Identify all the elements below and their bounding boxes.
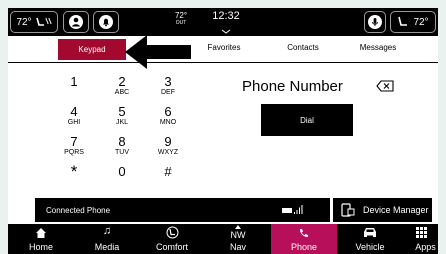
chevron-down-icon xyxy=(221,29,231,34)
status-bar: 72° 72° OUT 12:32 72° xyxy=(8,8,438,36)
nav-home[interactable]: Home xyxy=(8,224,74,254)
key-digit: 4 xyxy=(70,104,78,119)
passenger-temp: 72° xyxy=(413,16,429,28)
nav-media-label: Media xyxy=(94,242,120,252)
dial-button[interactable]: Dial xyxy=(261,104,353,136)
battery-icon xyxy=(282,208,292,213)
nav-media[interactable]: ♫ Media xyxy=(74,224,140,254)
device-manager-label: Device Manager xyxy=(363,205,429,215)
key-letters: MNO xyxy=(159,119,177,126)
device-manager-button[interactable]: Device Manager xyxy=(333,198,432,222)
music-note-icon: ♫ xyxy=(102,225,112,237)
user-icon xyxy=(69,15,83,29)
user-profile-button[interactable] xyxy=(63,11,89,33)
arrow-pointer-icon xyxy=(125,35,191,69)
key-8[interactable]: 8 TUV xyxy=(102,135,142,163)
tab-contacts[interactable]: Contacts xyxy=(268,43,338,52)
key-letters: TUV xyxy=(115,149,129,156)
key-9[interactable]: 9 WXYZ xyxy=(148,135,188,163)
nav-heading: NW xyxy=(230,230,246,240)
tab-divider xyxy=(8,62,438,63)
driver-temp: 72° xyxy=(16,16,32,28)
key-digit: 6 xyxy=(164,104,172,119)
key-2[interactable]: 2 ABC xyxy=(102,75,142,103)
voice-button[interactable] xyxy=(364,11,386,33)
bell-icon xyxy=(99,15,113,29)
key-digit: 1 xyxy=(70,74,78,89)
key-letters: PQRS xyxy=(64,149,84,156)
passenger-climate-button[interactable]: 72° xyxy=(390,11,436,33)
clock[interactable]: 12:32 xyxy=(208,11,244,38)
microphone-icon xyxy=(368,15,382,29)
key-letters: ABC xyxy=(114,89,130,96)
key-digit: 3 xyxy=(164,74,172,89)
key-3[interactable]: 3 DEF xyxy=(148,75,188,103)
key-digit: 7 xyxy=(70,134,78,149)
nav-nav[interactable]: NW Nav xyxy=(205,224,271,254)
nav-home-label: Home xyxy=(28,242,53,252)
key-digit: 5 xyxy=(118,104,126,119)
tab-keypad[interactable]: Keypad xyxy=(58,39,126,60)
key-letters: JKL xyxy=(115,119,129,126)
outside-temp-value: 72° xyxy=(174,11,188,20)
nav-nav-label: Nav xyxy=(229,242,246,252)
phone-screen: 72° 72° OUT 12:32 72° Keypad Favorites C… xyxy=(8,8,438,254)
key-5[interactable]: 5 JKL xyxy=(102,105,142,133)
seat-heat-icon xyxy=(35,17,52,26)
outside-temp-label: OUT xyxy=(175,20,187,26)
key-7[interactable]: 7 PQRS xyxy=(54,135,94,163)
nav-apps-label: Apps xyxy=(415,242,436,252)
nav-phone[interactable]: Phone xyxy=(271,224,337,254)
key-digit: 0 xyxy=(118,164,126,179)
key-letters: WXYZ xyxy=(157,149,179,156)
key-1[interactable]: 1 xyxy=(54,75,94,103)
phone-device-icon xyxy=(341,203,355,217)
key-digit: * xyxy=(70,162,78,181)
grid-icon xyxy=(416,227,427,238)
key-digit: # xyxy=(164,164,172,179)
seat-icon xyxy=(398,16,408,26)
seat-icon xyxy=(166,226,179,239)
car-icon xyxy=(364,228,376,237)
key-letters: GHI xyxy=(67,119,81,126)
key-star[interactable]: * xyxy=(54,162,94,193)
tab-messages[interactable]: Messages xyxy=(343,43,413,52)
connected-phone-bar[interactable]: Connected Phone xyxy=(35,198,330,222)
tab-favorites[interactable]: Favorites xyxy=(189,43,259,52)
signal-icon xyxy=(294,205,303,214)
notifications-button[interactable] xyxy=(93,11,119,33)
tab-keypad-label: Keypad xyxy=(78,45,106,54)
nav-comfort-label: Comfort xyxy=(155,242,188,252)
home-icon xyxy=(36,228,46,238)
driver-climate-button[interactable]: 72° xyxy=(10,11,58,33)
compass-icon xyxy=(235,225,241,229)
outside-temp: 72° OUT xyxy=(166,12,196,26)
nav-comfort[interactable]: Comfort xyxy=(139,224,205,254)
nav-phone-label: Phone xyxy=(290,242,318,252)
key-letters: DEF xyxy=(161,89,175,96)
key-0[interactable]: 0 xyxy=(102,165,142,193)
clock-time: 12:32 xyxy=(212,10,240,22)
bottom-nav: Home ♫ Media Comfort NW Nav Phone Vehicl… xyxy=(8,224,438,254)
nav-apps[interactable]: Apps xyxy=(385,224,438,254)
key-digit: 8 xyxy=(118,134,126,149)
key-4[interactable]: 4 GHI xyxy=(54,105,94,133)
connected-phone-label: Connected Phone xyxy=(46,206,111,215)
phone-icon xyxy=(299,229,308,238)
key-pound[interactable]: # xyxy=(148,165,188,193)
phone-tabs: Keypad Favorites Contacts Messages xyxy=(8,36,438,63)
key-digit: 9 xyxy=(164,134,172,149)
key-6[interactable]: 6 MNO xyxy=(148,105,188,133)
phone-number-display: Phone Number xyxy=(242,78,343,95)
backspace-icon[interactable] xyxy=(376,80,394,92)
key-digit: 2 xyxy=(118,74,126,89)
